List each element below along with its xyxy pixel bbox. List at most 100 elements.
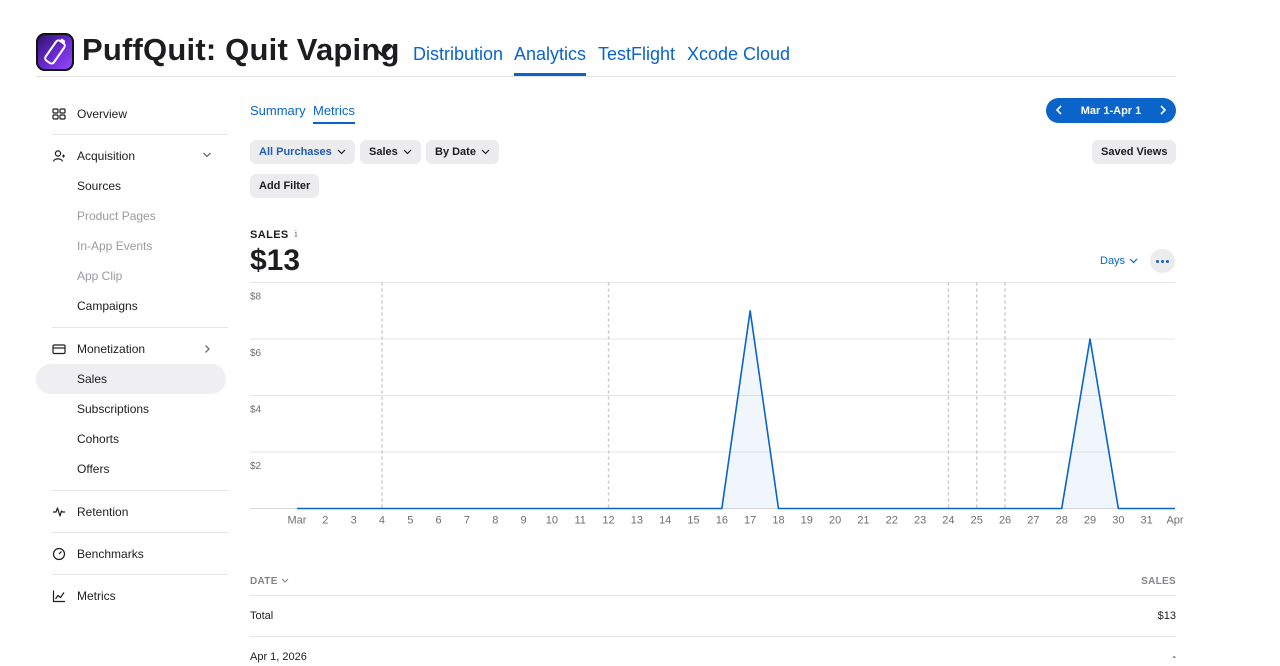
saved-views-button[interactable]: Saved Views	[1092, 140, 1177, 164]
sidebar-item-cohorts[interactable]: Cohorts	[36, 424, 226, 454]
chevron-right-icon[interactable]	[1159, 104, 1167, 116]
x-tick-label: 10	[546, 515, 558, 527]
x-tick-label: 19	[801, 515, 813, 527]
sidebar-item-subscriptions[interactable]: Subscriptions	[36, 394, 226, 424]
table-row-sales: $13	[1157, 610, 1176, 622]
x-tick-label: 5	[407, 515, 413, 527]
app-title[interactable]: PuffQuit: Quit Vaping	[82, 32, 400, 68]
x-tick-label: 15	[687, 515, 699, 527]
x-tick-label: 25	[971, 515, 983, 527]
tab-xcode-cloud[interactable]: Xcode Cloud	[687, 44, 790, 65]
group-by-filter[interactable]: By Date	[426, 140, 499, 164]
x-tick-label: 11	[575, 515, 586, 527]
line-chart-icon	[52, 590, 65, 603]
x-tick-label: 12	[602, 515, 614, 527]
date-range-label: Mar 1-Apr 1	[1080, 104, 1142, 117]
sidebar-item-acquisition[interactable]: Acquisition	[36, 139, 226, 173]
x-tick-label: 26	[999, 515, 1011, 527]
x-tick-label: 22	[886, 515, 898, 527]
sidebar-item-offers[interactable]: Offers	[36, 454, 226, 484]
tab-analytics[interactable]: Analytics	[514, 44, 587, 76]
chevron-down-icon	[281, 578, 289, 583]
x-tick-label: 18	[772, 515, 784, 527]
y-tick-label: $4	[250, 405, 262, 416]
sidebar-item-label: Retention	[77, 505, 129, 519]
chevron-down-icon	[337, 149, 346, 155]
sidebar-item-label: Benchmarks	[77, 547, 144, 561]
sidebar-item-retention[interactable]: Retention	[36, 495, 226, 529]
sidebar-item-monetization[interactable]: Monetization	[36, 332, 226, 366]
date-column-header[interactable]: DATE	[250, 576, 289, 587]
sidebar-divider	[52, 532, 228, 533]
y-tick-label: $6	[250, 348, 262, 359]
person-icon	[52, 150, 65, 162]
gauge-icon	[52, 547, 66, 561]
x-tick-label: 20	[829, 515, 841, 527]
x-tick-label: 4	[379, 515, 385, 527]
sales-chart: $2$4$6$8Mar 2 3 4 5 6 7 8 9 10 11 12 13 14 15 16 17 18 19 2…	[250, 282, 1184, 527]
chevron-down-icon	[403, 149, 412, 155]
x-tick-label: 24	[942, 515, 954, 527]
sidebar-item-metrics[interactable]: Metrics	[36, 579, 226, 613]
table-divider	[250, 595, 1176, 596]
x-tick-label: 2	[322, 515, 328, 527]
purchases-filter[interactable]: All Purchases	[250, 140, 355, 164]
tab-metrics[interactable]: Metrics	[313, 103, 355, 124]
date-range-picker[interactable]: Mar 1-Apr 1	[1046, 98, 1176, 123]
chevron-down-icon	[1129, 258, 1138, 264]
x-tick-label: 17	[744, 515, 756, 527]
x-tick-label: 3	[351, 515, 357, 527]
x-tick-label: 29	[1084, 515, 1096, 527]
sidebar-divider	[52, 490, 228, 491]
x-tick-label: 23	[914, 515, 926, 527]
card-icon	[52, 344, 66, 355]
tab-distribution[interactable]: Distribution	[413, 44, 503, 65]
metric-value: $13	[250, 244, 301, 277]
table-divider	[250, 636, 1176, 637]
sidebar-item-benchmarks[interactable]: Benchmarks	[36, 537, 226, 571]
x-tick-label: 21	[857, 515, 869, 527]
x-tick-label: 27	[1027, 515, 1039, 527]
granularity-select[interactable]: Days	[1100, 255, 1138, 267]
tab-summary[interactable]: Summary	[250, 103, 306, 118]
sidebar-divider	[52, 134, 228, 135]
info-icon[interactable]: i	[291, 230, 301, 241]
sidebar-item-label: Overview	[77, 107, 128, 121]
sidebar-item-product-pages: Product Pages	[77, 209, 156, 223]
y-tick-label: $8	[250, 292, 262, 303]
table-row-sales: -	[1172, 651, 1176, 663]
x-tick-label: 13	[631, 515, 643, 527]
chevron-left-icon[interactable]	[1055, 104, 1063, 116]
chevron-down-icon	[481, 149, 490, 155]
sidebar-item-label: Monetization	[77, 342, 146, 356]
sidebar-item-overview[interactable]: Overview	[36, 97, 226, 131]
pulse-icon	[53, 507, 65, 517]
y-tick-label: $2	[250, 461, 262, 472]
sidebar-item-in-app-events: In-App Events	[77, 239, 153, 253]
header-divider	[36, 76, 1176, 77]
sidebar-divider	[52, 327, 228, 328]
table-row-date: Total	[250, 610, 274, 622]
measure-filter[interactable]: Sales	[360, 140, 421, 164]
x-tick-label: 7	[464, 515, 470, 527]
x-tick-label: Mar	[288, 515, 307, 527]
x-tick-label: 31	[1141, 515, 1153, 527]
x-tick-label: Apr	[1166, 515, 1183, 527]
sidebar-item-sources[interactable]: Sources	[36, 171, 226, 201]
chevron-down-icon[interactable]	[372, 44, 392, 58]
metric-label: SALES	[250, 229, 289, 241]
x-tick-label: 16	[716, 515, 728, 527]
tab-testflight[interactable]: TestFlight	[598, 44, 675, 65]
x-tick-label: 28	[1056, 515, 1068, 527]
x-tick-label: 14	[659, 515, 671, 527]
more-options-button[interactable]	[1150, 249, 1175, 273]
sales-column-header: SALES	[1141, 576, 1176, 587]
sidebar-item-campaigns[interactable]: Campaigns	[36, 291, 226, 321]
overview-grid-icon	[52, 108, 66, 120]
chevron-down-icon[interactable]	[202, 151, 212, 159]
sidebar-item-sales[interactable]: Sales	[36, 364, 226, 394]
add-filter-button[interactable]: Add Filter	[250, 174, 320, 198]
chevron-right-icon[interactable]	[202, 344, 212, 354]
sidebar-divider	[52, 574, 228, 575]
sidebar-item-label: Acquisition	[77, 149, 136, 163]
